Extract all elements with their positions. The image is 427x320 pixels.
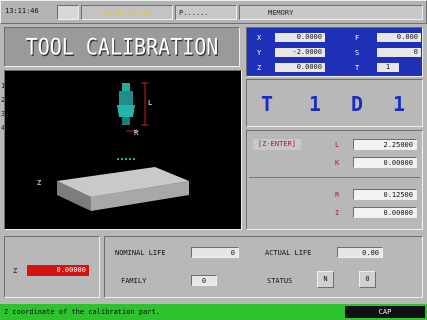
position-panel: X 0.0000 Y -2.0000 Z 0.0000 F 0.000 S 0 … <box>246 27 423 77</box>
cnc-screen: 13:11:46 CS-M11 LI-C8B P...... MEMORY TO… <box>0 0 427 320</box>
k-label: K <box>335 159 340 167</box>
y-value: -2.0000 <box>275 48 325 57</box>
page-title: TOOL CALIBRATION <box>25 33 219 61</box>
tool-life-panel: NOMINAL LIFE 0 ACTUAL LIFE 0.00 FAMILY 0… <box>104 236 423 298</box>
memory-field: MEMORY <box>239 5 423 20</box>
mode-indicator: CS-M11 LI-C8B <box>81 5 173 20</box>
d-selection-value: 1 <box>393 92 406 116</box>
offsets-panel: [Z-ENTER] L 2.25000 K 0.00000 R 0.12500 … <box>246 130 423 230</box>
k-value[interactable]: 0.00000 <box>353 157 417 168</box>
calibration-illustration: L R Z <box>37 82 189 211</box>
title-box: TOOL CALIBRATION <box>4 27 240 67</box>
status-button-n[interactable]: N <box>317 271 334 288</box>
t-selection-label: T <box>261 92 274 116</box>
divider <box>249 177 420 178</box>
actual-life-label: ACTUAL LIFE <box>265 249 312 257</box>
z-input-panel: Z 0.00000 <box>4 236 100 298</box>
f-value: 0.000 <box>377 33 421 42</box>
x-value: 0.0000 <box>275 33 325 42</box>
t-label: T <box>355 64 360 72</box>
actual-life-field[interactable]: 0.00 <box>337 247 383 258</box>
program-field: P...... <box>175 5 237 20</box>
t-selection-value: 1 <box>309 92 322 116</box>
nominal-life-field[interactable]: 0 <box>191 247 239 258</box>
l-label: L <box>335 141 340 149</box>
dimension-r-label: R <box>134 129 139 137</box>
l-value[interactable]: 2.25000 <box>353 139 417 150</box>
blank-box <box>57 5 79 20</box>
tool-selection-panel: T 1 D 1 <box>246 79 423 127</box>
y-label: Y <box>257 49 262 57</box>
z-enter-mode: [Z-ENTER] <box>253 139 301 150</box>
status-label: STATUS <box>267 277 293 285</box>
z-value: 0.0000 <box>275 63 325 72</box>
tool-tip <box>122 117 130 125</box>
t-value: 1 <box>377 63 399 72</box>
s-value: 0 <box>377 48 421 57</box>
calibration-graphic: L R Z <box>4 70 242 230</box>
s-label: S <box>355 49 360 57</box>
top-bar: 13:11:46 CS-M11 LI-C8B P...... MEMORY <box>0 0 427 24</box>
z-input-field[interactable]: 0.00000 <box>27 265 89 276</box>
i-label: I <box>335 209 340 217</box>
tool-holder <box>122 83 130 91</box>
status-message: Z coordinate of the calibration part. <box>4 308 160 316</box>
family-label: FAMILY <box>121 277 147 285</box>
status-bar: Z coordinate of the calibration part. CA… <box>0 304 427 320</box>
r-label: R <box>335 191 340 199</box>
d-selection-label: D <box>351 92 364 116</box>
clock: 13:11:46 <box>5 7 39 15</box>
z-label: Z <box>257 64 262 72</box>
nominal-life-label: NOMINAL LIFE <box>115 249 166 257</box>
i-value[interactable]: 0.00000 <box>353 207 417 218</box>
dimension-l-label: L <box>148 99 152 107</box>
family-field[interactable]: 0 <box>191 275 217 286</box>
r-value[interactable]: 0.12500 <box>353 189 417 200</box>
x-label: X <box>257 34 262 42</box>
tool-cone <box>117 105 135 117</box>
tool-body <box>119 91 133 105</box>
axis-z-label: Z <box>37 179 41 187</box>
status-button-0[interactable]: 0 <box>359 271 376 288</box>
caps-indicator: CAP <box>345 306 425 318</box>
z-input-label: Z <box>13 267 18 275</box>
f-label: F <box>355 34 360 42</box>
